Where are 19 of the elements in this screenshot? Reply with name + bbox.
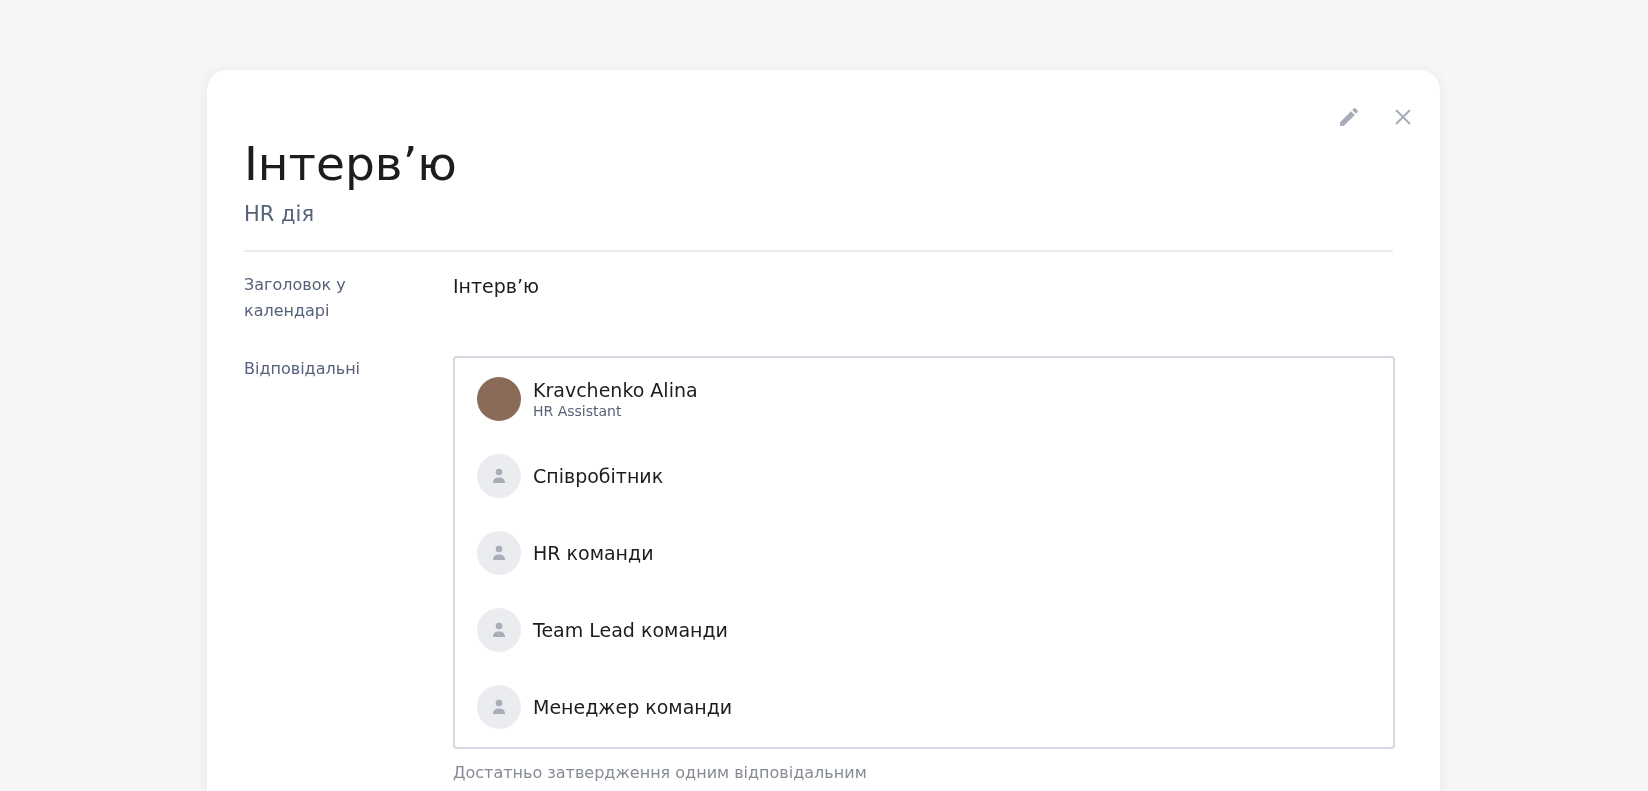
assignee-role: HR Assistant	[533, 402, 623, 419]
field-label: Відповідальні	[244, 358, 362, 380]
close-icon	[1393, 107, 1413, 127]
avatar-photo	[477, 376, 521, 421]
dialog-title: Інтерв’ю	[244, 135, 458, 193]
pencil-icon	[1337, 105, 1361, 129]
person-icon	[492, 544, 506, 561]
person-icon	[492, 467, 506, 484]
field-value: Інтерв’ю	[453, 274, 541, 299]
field-label: Заголовок у календарі	[244, 274, 347, 322]
person-icon	[492, 698, 506, 715]
assignee-name: Співробітник	[533, 464, 664, 487]
hint-text: Достатньо затвердження одним відповідальним	[453, 763, 868, 782]
assignee-name: Менеджер команди	[533, 695, 733, 718]
dialog-subtitle: HR дія	[244, 201, 316, 228]
assignee-name: HR команди	[533, 541, 654, 564]
assignee-name: Team Lead команди	[533, 618, 728, 641]
assignee-name: Kravchenko Alina	[533, 378, 698, 401]
person-icon	[492, 621, 506, 638]
